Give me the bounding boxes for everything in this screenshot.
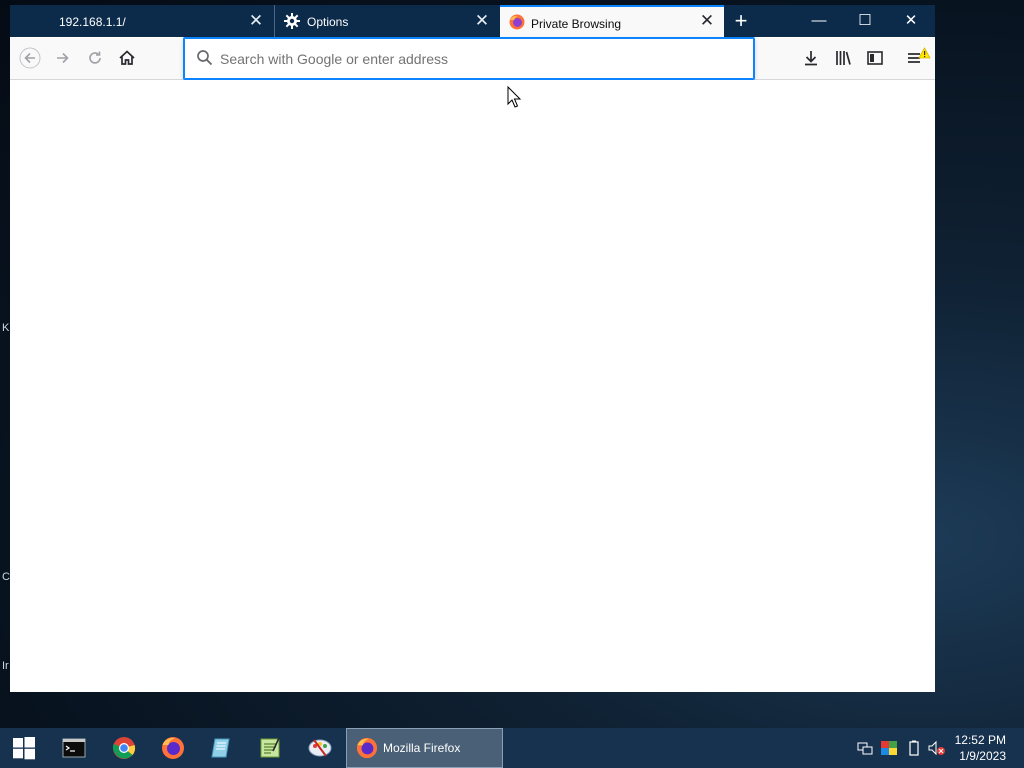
desktop-label-fragment: Ir <box>2 660 9 672</box>
downloads-button[interactable] <box>800 47 822 69</box>
library-icon <box>836 51 851 65</box>
mouse-cursor-icon <box>507 85 523 110</box>
chrome-icon[interactable] <box>112 736 136 760</box>
tab-label: Options <box>307 15 349 29</box>
file-manager-icon[interactable] <box>209 736 233 760</box>
tab-router[interactable]: 192.168.1.1/ ✕ <box>48 5 274 38</box>
download-icon <box>805 51 817 66</box>
hamburger-menu-icon <box>908 47 931 63</box>
address-input[interactable] <box>220 49 720 69</box>
firefox-icon <box>356 737 378 759</box>
reload-button[interactable] <box>84 47 106 69</box>
search-icon <box>196 49 214 67</box>
library-button[interactable] <box>832 47 854 69</box>
close-window-button[interactable]: ✕ <box>888 5 934 37</box>
taskbar-task-firefox[interactable]: Mozilla Firefox <box>346 728 503 768</box>
home-icon <box>119 50 135 65</box>
desktop-label-fragment: C <box>2 571 10 583</box>
battery-icon[interactable] <box>906 740 922 756</box>
tab-options[interactable]: Options ✕ <box>275 5 500 38</box>
terminal-icon[interactable] <box>62 736 86 760</box>
firefox-icon[interactable] <box>161 736 185 760</box>
clock-time: 12:52 PM <box>954 733 1006 747</box>
gear-icon <box>284 13 300 29</box>
sidebar-icon <box>867 51 883 65</box>
desktop-label-fragment: K <box>2 322 10 334</box>
volume-muted-icon[interactable] <box>928 740 945 756</box>
color-icon[interactable] <box>881 740 897 756</box>
maximize-button[interactable]: ☐ <box>842 5 888 37</box>
paint-icon[interactable] <box>308 736 332 760</box>
tab-bar: 192.168.1.1/ ✕ Options ✕ Private Browsin… <box>10 5 935 38</box>
menu-button[interactable] <box>905 47 931 69</box>
forward-button[interactable] <box>52 47 74 69</box>
tab-label: 192.168.1.1/ <box>59 15 126 29</box>
reload-icon <box>89 51 101 64</box>
system-clock[interactable]: 12:52 PM 1/9/2023 <box>955 732 1006 764</box>
taskbar: Mozilla Firefox 12:52 PM 1/9/2023 <box>0 728 1024 768</box>
text-editor-icon[interactable] <box>258 736 282 760</box>
clock-date: 1/9/2023 <box>959 749 1006 763</box>
back-button[interactable] <box>19 47 41 69</box>
tab-private-browsing[interactable]: Private Browsing ✕ <box>500 5 724 38</box>
close-icon[interactable]: ✕ <box>471 9 493 33</box>
close-icon[interactable]: ✕ <box>696 9 718 33</box>
tab-label: Private Browsing <box>531 17 622 31</box>
arrow-left-icon <box>19 47 41 69</box>
windows-start-icon[interactable] <box>12 736 36 760</box>
url-bar[interactable] <box>183 37 755 80</box>
close-icon[interactable]: ✕ <box>245 9 267 33</box>
arrow-right-icon <box>57 52 69 64</box>
home-button[interactable] <box>116 47 138 69</box>
firefox-window: 192.168.1.1/ ✕ Options ✕ Private Browsin… <box>10 5 935 692</box>
minimize-button[interactable]: — <box>796 5 842 37</box>
network-icon[interactable] <box>857 740 873 756</box>
firefox-icon <box>509 14 525 30</box>
new-tab-button[interactable]: + <box>728 5 754 37</box>
sidebar-button[interactable] <box>864 47 886 69</box>
page-content[interactable] <box>10 80 935 692</box>
taskbar-task-label: Mozilla Firefox <box>383 741 461 755</box>
